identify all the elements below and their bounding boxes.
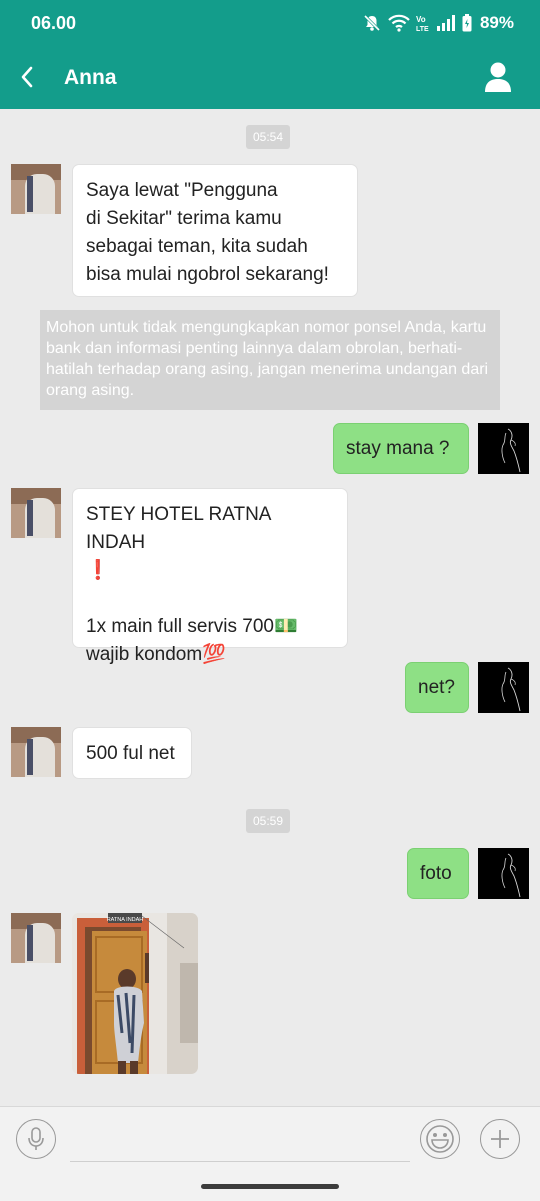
contact-avatar[interactable] <box>11 913 61 963</box>
svg-text:LTE: LTE <box>416 26 429 32</box>
contact-avatar[interactable] <box>11 164 61 214</box>
mute-icon <box>363 14 381 32</box>
contact-avatar[interactable] <box>11 727 61 777</box>
status-time: 06.00 <box>31 13 77 33</box>
avatar-silhouette-icon <box>501 853 521 898</box>
status-icons: Vo LTE 89% <box>362 12 514 34</box>
outgoing-message: foto <box>407 848 469 899</box>
message-line: sebagai teman, kita sudah <box>86 236 308 257</box>
message-line: di Sekitar" terima kamu <box>86 208 282 229</box>
wifi-icon <box>388 14 410 32</box>
contact-avatar[interactable] <box>11 488 61 538</box>
chat-area[interactable]: 05:54 Saya lewat "Pengguna di Sekitar" t… <box>0 109 540 1106</box>
safety-notice: Mohon untuk tidak mengungkapkan nomor po… <box>40 310 500 410</box>
outgoing-message: stay mana ? <box>333 423 469 474</box>
message-line: STEY HOTEL RATNA INDAH <box>86 504 271 553</box>
my-avatar[interactable] <box>478 848 529 899</box>
photo-image: RATNA INDAH <box>72 913 198 1074</box>
message-line <box>86 585 334 613</box>
svg-text:Vo: Vo <box>416 15 426 24</box>
photo-sign-text: RATNA INDAH <box>107 917 144 923</box>
back-button[interactable] <box>10 60 44 94</box>
message-line: wajib kondom💯 <box>86 644 226 665</box>
microphone-icon <box>28 1127 44 1150</box>
emoji-button[interactable] <box>420 1119 460 1159</box>
voice-button[interactable] <box>16 1119 56 1159</box>
message-input[interactable] <box>70 1121 410 1162</box>
avatar-silhouette-icon <box>501 667 521 712</box>
add-button[interactable] <box>480 1119 520 1159</box>
status-bar: 06.00 Vo LTE 89% <box>0 0 540 46</box>
plus-icon <box>491 1130 509 1148</box>
timestamp: 05:59 <box>246 809 291 833</box>
incoming-message: 500 ful net <box>72 727 192 779</box>
home-indicator[interactable] <box>201 1184 339 1189</box>
chat-title: Anna <box>64 66 117 89</box>
chevron-left-icon <box>21 66 33 88</box>
signal-icon <box>436 15 455 31</box>
message-line: Saya lewat "Pengguna <box>86 180 278 201</box>
photo-message[interactable]: RATNA INDAH <box>72 913 198 1074</box>
exclamation-emoji: ❗ <box>86 560 110 581</box>
smiley-icon <box>426 1125 454 1153</box>
profile-button[interactable] <box>482 60 514 94</box>
incoming-message: Saya lewat "Pengguna di Sekitar" terima … <box>72 164 358 297</box>
my-avatar[interactable] <box>478 662 529 713</box>
message-line: 1x main full servis 700💵 <box>86 616 298 637</box>
app-bar: Anna <box>0 46 540 109</box>
timestamp: 05:54 <box>246 125 291 149</box>
avatar-silhouette-icon <box>501 428 521 473</box>
battery-icon <box>462 14 472 32</box>
user-icon <box>485 62 511 92</box>
battery-percent: 89% <box>479 13 514 32</box>
outgoing-message: net? <box>405 662 469 713</box>
message-line: bisa mulai ngobrol sekarang! <box>86 264 329 285</box>
volte-icon: Vo LTE <box>416 15 429 32</box>
my-avatar[interactable] <box>478 423 529 474</box>
incoming-message: STEY HOTEL RATNA INDAH ❗ 1x main full se… <box>72 488 348 665</box>
input-bar <box>0 1106 540 1201</box>
